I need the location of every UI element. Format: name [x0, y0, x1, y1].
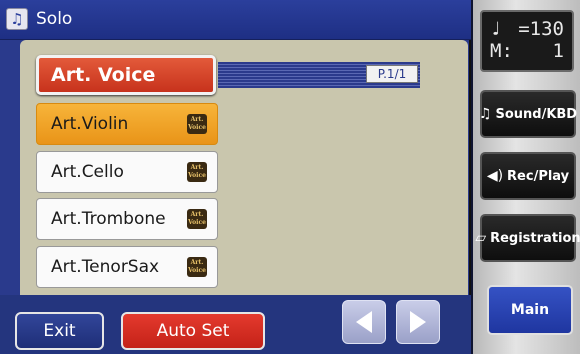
exit-button[interactable]: Exit [15, 312, 104, 350]
sound-kbd-button[interactable]: ♫ Sound/KBD [478, 90, 577, 138]
voice-label: Art.Trombone [51, 209, 166, 229]
music-notes-icon: ♫ [478, 106, 492, 122]
voice-item-art-tenorsax[interactable]: Art.TenorSax Art. Voice [36, 246, 218, 288]
page-indicator: P.1/1 [366, 65, 418, 83]
tempo-display: ♩ =130 M: 1 [480, 10, 574, 72]
book-icon: ▱ [475, 230, 487, 246]
auto-set-button[interactable]: Auto Set [121, 312, 265, 350]
prev-page-button[interactable] [342, 300, 386, 344]
measure-label: M: [490, 40, 513, 62]
screen: ♫ Solo Art. Voice P.1/1 Art.Violin Art. V… [0, 0, 580, 354]
measure-value: 1 [552, 40, 564, 62]
voice-item-art-violin[interactable]: Art.Violin Art. Voice [36, 103, 218, 145]
main-button[interactable]: Main [487, 285, 573, 335]
voice-item-art-trombone[interactable]: Art.Trombone Art. Voice [36, 198, 218, 240]
arrow-right-icon [410, 311, 426, 333]
voice-label: Art.Cello [51, 162, 124, 182]
voice-label: Art.Violin [51, 114, 129, 134]
speaker-icon: ◀) [486, 168, 504, 184]
art-voice-logo-icon: Art. Voice [187, 162, 207, 182]
voice-item-art-cello[interactable]: Art.Cello Art. Voice [36, 151, 218, 193]
music-notes-icon: ♫ [6, 8, 28, 30]
arrow-left-icon [356, 311, 372, 333]
registration-button[interactable]: ▱ Registration [475, 214, 580, 262]
art-voice-logo-icon: Art. Voice [187, 257, 207, 277]
rec-play-button[interactable]: ◀) Rec/Play [480, 152, 576, 200]
voice-label: Art.TenorSax [51, 257, 160, 277]
art-voice-logo-icon: Art. Voice [187, 114, 207, 134]
tempo-value: =130 [518, 18, 564, 40]
title-bar: ♫ Solo [0, 0, 471, 40]
next-page-button[interactable] [396, 300, 440, 344]
page-title: Solo [36, 9, 73, 29]
art-voice-logo-icon: Art. Voice [187, 209, 207, 229]
quarter-note-icon: ♩ [490, 18, 502, 40]
art-voice-category-button[interactable]: Art. Voice [36, 55, 216, 95]
